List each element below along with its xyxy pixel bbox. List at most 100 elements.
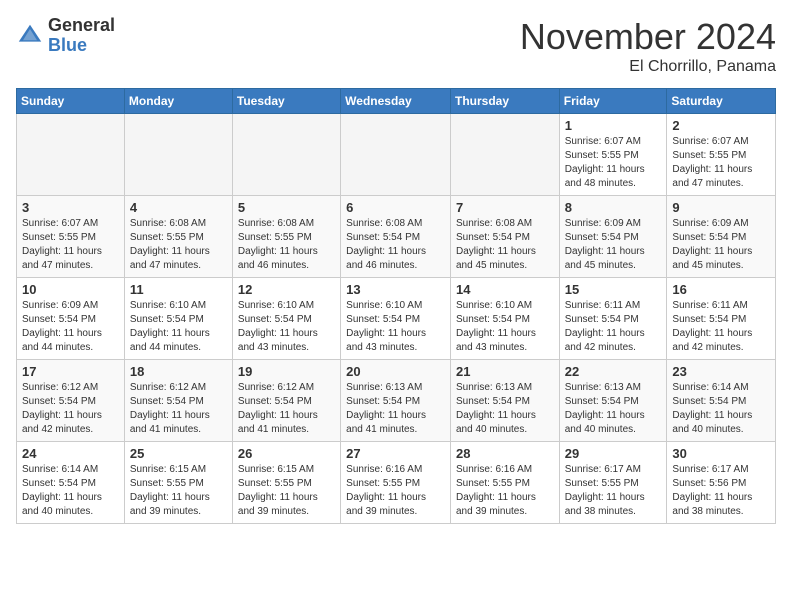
calendar-cell (17, 114, 125, 196)
calendar: SundayMondayTuesdayWednesdayThursdayFrid… (16, 88, 776, 524)
calendar-week-row: 3Sunrise: 6:07 AM Sunset: 5:55 PM Daylig… (17, 196, 776, 278)
calendar-cell (450, 114, 559, 196)
day-number: 8 (565, 200, 662, 215)
calendar-cell: 23 Sunrise: 6:14 AM Sunset: 5:54 PM Dayli… (667, 360, 776, 442)
day-info: Sunrise: 6:12 AM Sunset: 5:54 PM Dayligh… (22, 381, 119, 437)
day-info: Sunrise: 6:13 AM Sunset: 5:54 PM Dayligh… (565, 381, 662, 437)
day-info: Sunrise: 6:13 AM Sunset: 5:54 PM Dayligh… (456, 381, 554, 437)
day-number: 10 (22, 282, 119, 297)
day-number: 29 (565, 446, 662, 461)
location: El Chorrillo, Panama (520, 58, 776, 76)
day-info: Sunrise: 6:10 AM Sunset: 5:54 PM Dayligh… (456, 299, 554, 355)
calendar-cell: 29 Sunrise: 6:17 AM Sunset: 5:55 PM Dayli… (559, 442, 667, 524)
day-info: Sunrise: 6:08 AM Sunset: 5:55 PM Dayligh… (238, 217, 335, 273)
day-number: 23 (672, 364, 770, 379)
day-number: 15 (565, 282, 662, 297)
calendar-cell: 25Sunrise: 6:15 AM Sunset: 5:55 PM Dayli… (124, 442, 232, 524)
month-title: November 2024 (520, 16, 776, 58)
calendar-cell: 2 Sunrise: 6:07 AM Sunset: 5:55 PM Daylig… (667, 114, 776, 196)
calendar-week-row: 10 Sunrise: 6:09 AM Sunset: 5:54 PM Dayli… (17, 278, 776, 360)
day-number: 30 (672, 446, 770, 461)
day-number: 7 (456, 200, 554, 215)
day-number: 27 (346, 446, 445, 461)
day-number: 19 (238, 364, 335, 379)
weekday-header-row: SundayMondayTuesdayWednesdayThursdayFrid… (17, 89, 776, 114)
day-info: Sunrise: 6:17 AM Sunset: 5:56 PM Dayligh… (672, 463, 770, 519)
day-number: 14 (456, 282, 554, 297)
day-number: 5 (238, 200, 335, 215)
calendar-cell: 18 Sunrise: 6:12 AM Sunset: 5:54 PM Dayli… (124, 360, 232, 442)
calendar-week-row: 1 Sunrise: 6:07 AM Sunset: 5:55 PM Daylig… (17, 114, 776, 196)
calendar-cell: 17 Sunrise: 6:12 AM Sunset: 5:54 PM Dayli… (17, 360, 125, 442)
day-info: Sunrise: 6:14 AM Sunset: 5:54 PM Dayligh… (672, 381, 770, 437)
day-info: Sunrise: 6:16 AM Sunset: 5:55 PM Dayligh… (456, 463, 554, 519)
logo-blue: Blue (48, 36, 115, 56)
day-number: 12 (238, 282, 335, 297)
day-number: 11 (130, 282, 227, 297)
calendar-cell (232, 114, 340, 196)
calendar-cell (124, 114, 232, 196)
calendar-cell: 22 Sunrise: 6:13 AM Sunset: 5:54 PM Dayli… (559, 360, 667, 442)
day-number: 18 (130, 364, 227, 379)
calendar-cell: 9Sunrise: 6:09 AM Sunset: 5:54 PM Daylig… (667, 196, 776, 278)
calendar-cell: 20 Sunrise: 6:13 AM Sunset: 5:54 PM Dayli… (341, 360, 451, 442)
day-info: Sunrise: 6:16 AM Sunset: 5:55 PM Dayligh… (346, 463, 445, 519)
logo-general: General (48, 16, 115, 36)
calendar-cell: 12Sunrise: 6:10 AM Sunset: 5:54 PM Dayli… (232, 278, 340, 360)
calendar-cell: 10 Sunrise: 6:09 AM Sunset: 5:54 PM Dayli… (17, 278, 125, 360)
logo-text: General Blue (48, 16, 115, 56)
logo-icon (16, 22, 44, 50)
day-info: Sunrise: 6:07 AM Sunset: 5:55 PM Dayligh… (672, 135, 770, 191)
calendar-cell: 7 Sunrise: 6:08 AM Sunset: 5:54 PM Daylig… (450, 196, 559, 278)
calendar-cell: 6Sunrise: 6:08 AM Sunset: 5:54 PM Daylig… (341, 196, 451, 278)
weekday-header-friday: Friday (559, 89, 667, 114)
calendar-cell: 5 Sunrise: 6:08 AM Sunset: 5:55 PM Daylig… (232, 196, 340, 278)
day-number: 13 (346, 282, 445, 297)
day-info: Sunrise: 6:12 AM Sunset: 5:54 PM Dayligh… (238, 381, 335, 437)
calendar-cell: 15 Sunrise: 6:11 AM Sunset: 5:54 PM Dayli… (559, 278, 667, 360)
day-number: 4 (130, 200, 227, 215)
day-info: Sunrise: 6:17 AM Sunset: 5:55 PM Dayligh… (565, 463, 662, 519)
day-info: Sunrise: 6:08 AM Sunset: 5:54 PM Dayligh… (456, 217, 554, 273)
day-number: 22 (565, 364, 662, 379)
day-info: Sunrise: 6:11 AM Sunset: 5:54 PM Dayligh… (672, 299, 770, 355)
calendar-cell (341, 114, 451, 196)
day-info: Sunrise: 6:13 AM Sunset: 5:54 PM Dayligh… (346, 381, 445, 437)
day-number: 21 (456, 364, 554, 379)
calendar-cell: 19 Sunrise: 6:12 AM Sunset: 5:54 PM Dayli… (232, 360, 340, 442)
day-info: Sunrise: 6:09 AM Sunset: 5:54 PM Dayligh… (22, 299, 119, 355)
day-number: 1 (565, 118, 662, 133)
day-number: 2 (672, 118, 770, 133)
day-info: Sunrise: 6:07 AM Sunset: 5:55 PM Dayligh… (22, 217, 119, 273)
day-number: 17 (22, 364, 119, 379)
calendar-week-row: 24 Sunrise: 6:14 AM Sunset: 5:54 PM Dayli… (17, 442, 776, 524)
day-number: 26 (238, 446, 335, 461)
day-info: Sunrise: 6:08 AM Sunset: 5:54 PM Dayligh… (346, 217, 445, 273)
day-info: Sunrise: 6:09 AM Sunset: 5:54 PM Dayligh… (672, 217, 770, 273)
day-number: 28 (456, 446, 554, 461)
day-info: Sunrise: 6:08 AM Sunset: 5:55 PM Dayligh… (130, 217, 227, 273)
calendar-cell: 1 Sunrise: 6:07 AM Sunset: 5:55 PM Daylig… (559, 114, 667, 196)
page-header: General Blue November 2024 El Chorrillo,… (16, 16, 776, 76)
calendar-cell: 4 Sunrise: 6:08 AM Sunset: 5:55 PM Daylig… (124, 196, 232, 278)
calendar-week-row: 17 Sunrise: 6:12 AM Sunset: 5:54 PM Dayli… (17, 360, 776, 442)
calendar-cell: 27 Sunrise: 6:16 AM Sunset: 5:55 PM Dayli… (341, 442, 451, 524)
day-info: Sunrise: 6:12 AM Sunset: 5:54 PM Dayligh… (130, 381, 227, 437)
calendar-header: SundayMondayTuesdayWednesdayThursdayFrid… (17, 89, 776, 114)
calendar-cell: 14 Sunrise: 6:10 AM Sunset: 5:54 PM Dayli… (450, 278, 559, 360)
day-info: Sunrise: 6:14 AM Sunset: 5:54 PM Dayligh… (22, 463, 119, 519)
day-number: 24 (22, 446, 119, 461)
weekday-header-monday: Monday (124, 89, 232, 114)
weekday-header-sunday: Sunday (17, 89, 125, 114)
weekday-header-wednesday: Wednesday (341, 89, 451, 114)
weekday-header-saturday: Saturday (667, 89, 776, 114)
calendar-cell: 13 Sunrise: 6:10 AM Sunset: 5:54 PM Dayli… (341, 278, 451, 360)
calendar-cell: 16Sunrise: 6:11 AM Sunset: 5:54 PM Dayli… (667, 278, 776, 360)
calendar-cell: 30 Sunrise: 6:17 AM Sunset: 5:56 PM Dayli… (667, 442, 776, 524)
day-info: Sunrise: 6:11 AM Sunset: 5:54 PM Dayligh… (565, 299, 662, 355)
calendar-cell: 24 Sunrise: 6:14 AM Sunset: 5:54 PM Dayli… (17, 442, 125, 524)
day-info: Sunrise: 6:10 AM Sunset: 5:54 PM Dayligh… (346, 299, 445, 355)
day-number: 20 (346, 364, 445, 379)
day-info: Sunrise: 6:07 AM Sunset: 5:55 PM Dayligh… (565, 135, 662, 191)
calendar-cell: 3Sunrise: 6:07 AM Sunset: 5:55 PM Daylig… (17, 196, 125, 278)
